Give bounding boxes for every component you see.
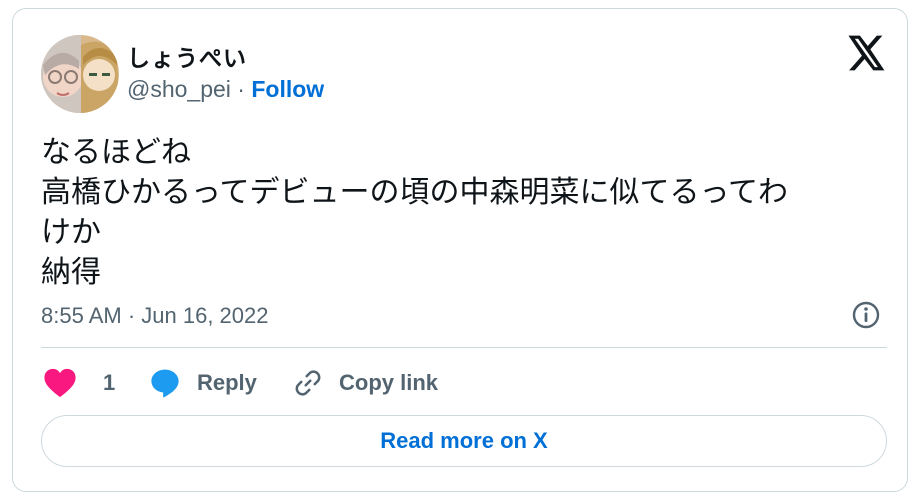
read-more-button[interactable]: Read more on X [41,415,887,467]
handle-separator: · [230,76,252,102]
info-icon[interactable] [851,300,881,330]
tweet-text: なるほどね 高橋ひかるってデビューの頃の中森明菜に似てるってわ けか 納得 [41,133,881,293]
timestamp-separator: · [121,303,142,328]
copy-link-button[interactable]: Copy link [293,365,438,401]
tweet-text-line: 納得 [41,255,101,290]
follow-button[interactable]: Follow [251,76,324,102]
reply-label: Reply [197,370,257,395]
author-handle-row: @sho_pei · Follow [127,76,324,103]
tweet-date: Jun 16, 2022 [141,303,269,328]
divider [41,347,887,348]
x-logo-icon[interactable] [848,35,886,71]
avatar[interactable] [41,35,119,113]
tweet-timestamp[interactable]: 8:55 AM · Jun 16, 2022 [41,303,269,329]
like-button[interactable]: 1 [43,365,115,401]
reply-button[interactable]: Reply [149,365,257,401]
avatar-image [41,35,119,113]
author-handle[interactable]: @sho_pei [127,76,231,102]
author-display-name[interactable]: しょうぺい [127,39,247,73]
reply-bubble-icon [151,369,179,398]
tweet-text-line: 高橋ひかるってデビューの頃の中森明菜に似てるってわ [41,175,788,210]
like-count: 1 [103,370,116,395]
tweet-text-line: なるほどね [41,135,191,170]
copy-link-label: Copy link [339,370,439,395]
heart-icon [44,368,76,398]
tweet-text-line: けか [41,215,101,250]
tweet-card: しょうぺい @sho_pei · Follow なるほどね 高橋ひかるってデビュ… [12,8,908,492]
link-icon [295,370,321,396]
tweet-time: 8:55 AM [41,303,122,328]
